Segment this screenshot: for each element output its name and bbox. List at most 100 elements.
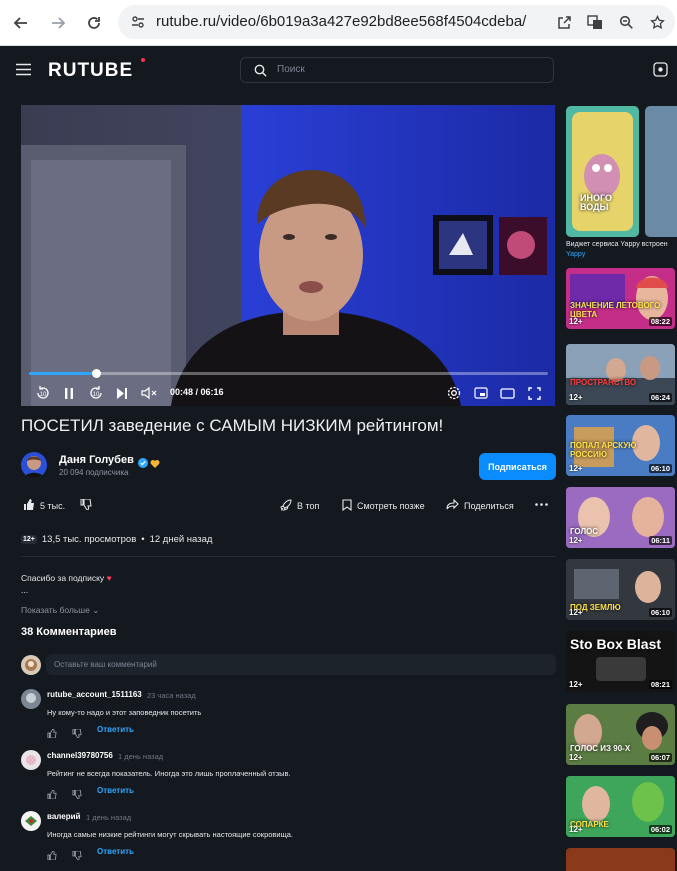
thumb-age: 12+	[569, 536, 583, 545]
video-thumbnail[interactable]: СОПАРКЕ 12+ 06:02	[566, 776, 675, 837]
current-user-avatar	[21, 655, 41, 675]
description-text: Спасибо за подписку	[21, 573, 105, 583]
comment-input[interactable]	[46, 654, 556, 675]
thumb-caption: ГОЛОС	[570, 527, 599, 536]
theater-mode-icon[interactable]	[498, 384, 516, 402]
thumb-age: 12+	[569, 825, 583, 834]
watch-later-button[interactable]: Смотреть позже	[342, 499, 425, 513]
comment-dislike-icon[interactable]	[72, 847, 82, 865]
video-thumbnail[interactable]: ПРОСТРАНСТВО 12+ 06:24	[566, 344, 675, 405]
recommendations-sidebar: ИНОГО ВОДЫ Виджет сервиса Yappy встроен …	[565, 104, 677, 871]
search-input[interactable]: Поиск	[240, 57, 554, 83]
yappy-ad-thumb-2[interactable]	[645, 106, 677, 237]
progress-bar[interactable]	[29, 369, 548, 378]
rocket-icon	[280, 499, 292, 513]
zoom-icon[interactable]	[616, 12, 636, 32]
logo-dot	[141, 58, 145, 62]
show-more-button[interactable]: Показать больше ⌄	[21, 605, 99, 616]
upload-icon[interactable]	[653, 62, 668, 82]
translate-icon[interactable]	[585, 12, 605, 32]
video-thumbnail[interactable]: ГОЛОС ИЗ 90-Х 12+ 06:07	[566, 704, 675, 765]
thumb-duration: 08:22	[648, 317, 672, 326]
description-line-2: ...	[21, 585, 29, 595]
open-external-icon[interactable]	[554, 12, 574, 32]
thumb-duration: 06:10	[648, 608, 672, 617]
comment-like-icon[interactable]	[47, 725, 57, 743]
heart-icon: ♥	[106, 573, 112, 583]
comment-author[interactable]: rutube_account_1511163	[47, 690, 142, 699]
comment-time: 1 день назад	[118, 752, 164, 761]
thumb-duration: 06:07	[648, 753, 672, 762]
comment-author[interactable]: валерий	[47, 812, 80, 821]
watch-later-label: Смотреть позже	[357, 501, 425, 511]
time-display: 00:48 / 06:16	[170, 387, 224, 397]
thumb-age: 12+	[569, 317, 583, 326]
video-thumbnail[interactable]: ПОПАЛ АРСКУЮ РОССИЮ 12+ 06:10	[566, 415, 675, 476]
comment-dislike-icon[interactable]	[72, 725, 82, 743]
more-options-icon[interactable]	[535, 503, 548, 506]
channel-avatar[interactable]	[21, 452, 47, 478]
reload-icon[interactable]	[80, 9, 108, 37]
ad-thumb-text: ИНОГО ВОДЫ	[580, 193, 612, 212]
browser-toolbar: rutube.ru/video/6b019a3a427e92bd8ee568f4…	[0, 0, 677, 46]
forward-icon[interactable]	[44, 9, 72, 37]
thumb-age: 12+	[569, 464, 583, 473]
thumb-age: 12+	[569, 753, 583, 762]
menu-icon[interactable]	[16, 63, 31, 81]
comment-author[interactable]: channel39780756	[47, 751, 113, 760]
commenter-avatar[interactable]	[21, 689, 41, 709]
reply-button[interactable]: Ответить	[97, 847, 134, 856]
video-player[interactable]: 10 10 00:48 / 06:16	[21, 105, 555, 406]
rewind-10-icon[interactable]: 10	[34, 384, 52, 402]
to-top-button[interactable]: В топ	[280, 499, 319, 513]
address-bar[interactable]: rutube.ru/video/6b019a3a427e92bd8ee568f4…	[118, 5, 675, 39]
video-title: ПОСЕТИЛ заведение с САМЫМ НИЗКИМ рейтинг…	[21, 416, 444, 435]
comment-dislike-icon[interactable]	[72, 786, 82, 804]
comment-like-icon[interactable]	[47, 786, 57, 804]
rewind-label: 10	[40, 392, 47, 398]
show-more-label: Показать больше	[21, 605, 90, 615]
video-thumbnail[interactable]: ЗНАЧЕНИЕ ЛЕТОВОГО ЦВЕТА 12+ 08:22	[566, 268, 675, 329]
rutube-logo[interactable]: RUTUBE	[48, 60, 133, 82]
video-thumbnail[interactable]	[566, 848, 675, 871]
thumb-caption: Sto Box Blast	[570, 636, 662, 652]
ad-brand[interactable]: Yappy	[566, 251, 585, 258]
subscriber-count: 20 094 подписчика	[59, 468, 129, 477]
comment-time: 1 день назад	[86, 813, 132, 822]
ad-caption: Виджет сервиса Yappy встроен	[566, 241, 668, 248]
progress-fill	[29, 372, 97, 375]
back-icon[interactable]	[7, 9, 35, 37]
like-button[interactable]: 5 тыс.	[23, 499, 65, 512]
dislike-button[interactable]	[80, 498, 92, 512]
site-settings-icon[interactable]	[128, 12, 148, 32]
video-thumbnail[interactable]: ПОД ЗЕМЛЮ 12+ 06:10	[566, 559, 675, 620]
next-video-icon[interactable]	[113, 384, 131, 402]
reply-button[interactable]: Ответить	[97, 786, 134, 795]
bookmark-star-icon[interactable]	[647, 12, 667, 32]
thumbs-down-icon	[80, 498, 92, 512]
video-thumbnail[interactable]: ГОЛОС 12+ 06:11	[566, 487, 675, 548]
volume-muted-icon[interactable]	[140, 384, 158, 402]
miniplayer-icon[interactable]	[472, 384, 490, 402]
comment-like-icon[interactable]	[47, 847, 57, 865]
video-thumbnail[interactable]: Sto Box Blast 12+ 08:21	[566, 631, 675, 692]
comment-time: 23 часа назад	[147, 691, 196, 700]
forward-10-icon[interactable]: 10	[87, 384, 105, 402]
settings-gear-icon[interactable]	[445, 384, 463, 402]
thumb-caption: ПРОСТРАНСТВО	[570, 378, 637, 387]
verified-icon	[138, 455, 148, 473]
channel-name[interactable]: Даня Голубев	[59, 454, 134, 466]
comment-field[interactable]	[46, 654, 556, 675]
share-button[interactable]: Поделиться	[446, 498, 514, 512]
fullscreen-icon[interactable]	[525, 384, 543, 402]
commenter-avatar[interactable]	[21, 811, 41, 831]
pause-icon[interactable]	[60, 384, 78, 402]
search-icon	[254, 64, 267, 82]
chevron-down-icon: ⌄	[92, 605, 100, 615]
commenter-avatar[interactable]	[21, 750, 41, 770]
reply-button[interactable]: Ответить	[97, 725, 134, 734]
posted-date: 12 дней назад	[149, 534, 213, 545]
url-text: rutube.ru/video/6b019a3a427e92bd8ee568f4…	[156, 13, 527, 30]
yappy-ad-thumb[interactable]: ИНОГО ВОДЫ	[566, 106, 639, 237]
subscribe-button[interactable]: Подписаться	[479, 453, 556, 480]
